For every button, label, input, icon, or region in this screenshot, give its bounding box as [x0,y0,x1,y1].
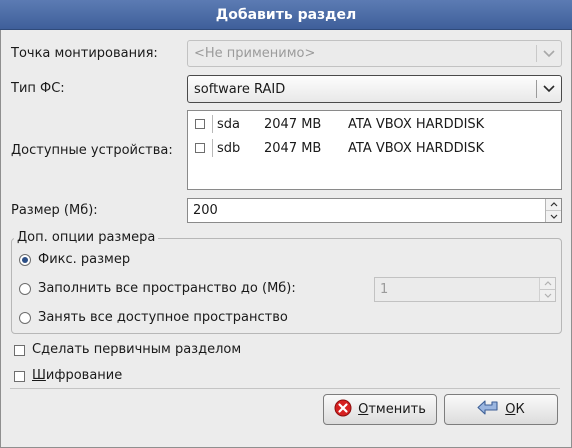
encrypt-mnemonic: Ш [32,368,46,383]
device-name: sda [217,116,240,132]
size-options-title: Доп. опции размера [14,230,159,245]
fill-all-label[interactable]: Занять все доступное пространство [38,310,288,325]
dialog-titlebar[interactable]: Добавить раздел [0,0,572,30]
chevron-down-icon [537,76,561,102]
fill-upto-label[interactable]: Заполнить все пространство до (Мб): [38,281,296,296]
button-separator [10,388,560,389]
spin-buttons [545,199,561,222]
primary-partition-checkbox[interactable] [14,345,25,356]
device-size: 2047 MB [264,116,322,132]
ok-label-rest: К [515,402,525,417]
fs-type-label: Тип ФС: [11,81,65,96]
fs-type-combo[interactable]: software RAID [187,75,562,103]
device-size: 2047 MB [264,140,322,156]
spin-down-icon [540,290,555,302]
chevron-down-icon [537,41,561,66]
size-label: Размер (Мб): [11,203,98,218]
column-separator [212,115,213,133]
device-checkbox[interactable] [195,143,205,153]
fixed-size-label[interactable]: Фикс. размер [38,252,130,267]
list-item[interactable]: sda 2047 MB ATA VBOX HARDDISK [188,112,561,136]
cancel-button[interactable]: Отменить [323,394,437,425]
ok-arrow-icon [477,399,499,420]
fill-upto-spinbutton[interactable]: 1 [374,277,556,302]
spin-down-icon[interactable] [546,211,561,223]
primary-partition-label[interactable]: Сделать первичным разделом [32,342,241,357]
encrypt-label[interactable]: Шифрование [32,368,122,383]
cancel-mnemonic: О [358,402,369,417]
cancel-label-rest: тменить [368,402,426,417]
fs-type-value: software RAID [194,81,286,97]
spin-up-icon [540,278,555,290]
spin-buttons [539,278,555,301]
fill-upto-value: 1 [380,282,389,297]
ok-button-label: ОК [505,402,524,417]
dialog-title: Добавить раздел [215,6,357,23]
encrypt-checkbox[interactable] [14,371,25,382]
column-separator [212,139,213,157]
device-model: ATA VBOX HARDDISK [348,116,485,132]
radio-fill-upto[interactable] [19,283,31,295]
size-value: 200 [193,203,218,218]
devices-list: sda 2047 MB ATA VBOX HARDDISK sdb 2047 M… [187,110,562,190]
devices-label: Доступные устройства: [11,143,173,158]
mount-point-combo[interactable]: <Не применимо> [187,40,562,67]
device-checkbox[interactable] [195,119,205,129]
list-item[interactable]: sdb 2047 MB ATA VBOX HARDDISK [188,136,561,160]
cancel-icon [334,399,352,421]
mount-point-value: <Не применимо> [194,46,316,61]
spin-up-icon[interactable] [546,199,561,211]
ok-button[interactable]: ОК [444,394,558,425]
device-model: ATA VBOX HARDDISK [348,140,485,156]
device-name: sdb [217,140,241,156]
cancel-button-label: Отменить [358,402,426,417]
size-spinbutton[interactable]: 200 [187,198,562,223]
ok-mnemonic: О [505,402,516,417]
radio-fill-all[interactable] [19,312,31,324]
mount-point-label: Точка монтирования: [11,46,158,61]
encrypt-label-rest: ифрование [45,368,123,383]
radio-fixed-size[interactable] [19,254,31,266]
